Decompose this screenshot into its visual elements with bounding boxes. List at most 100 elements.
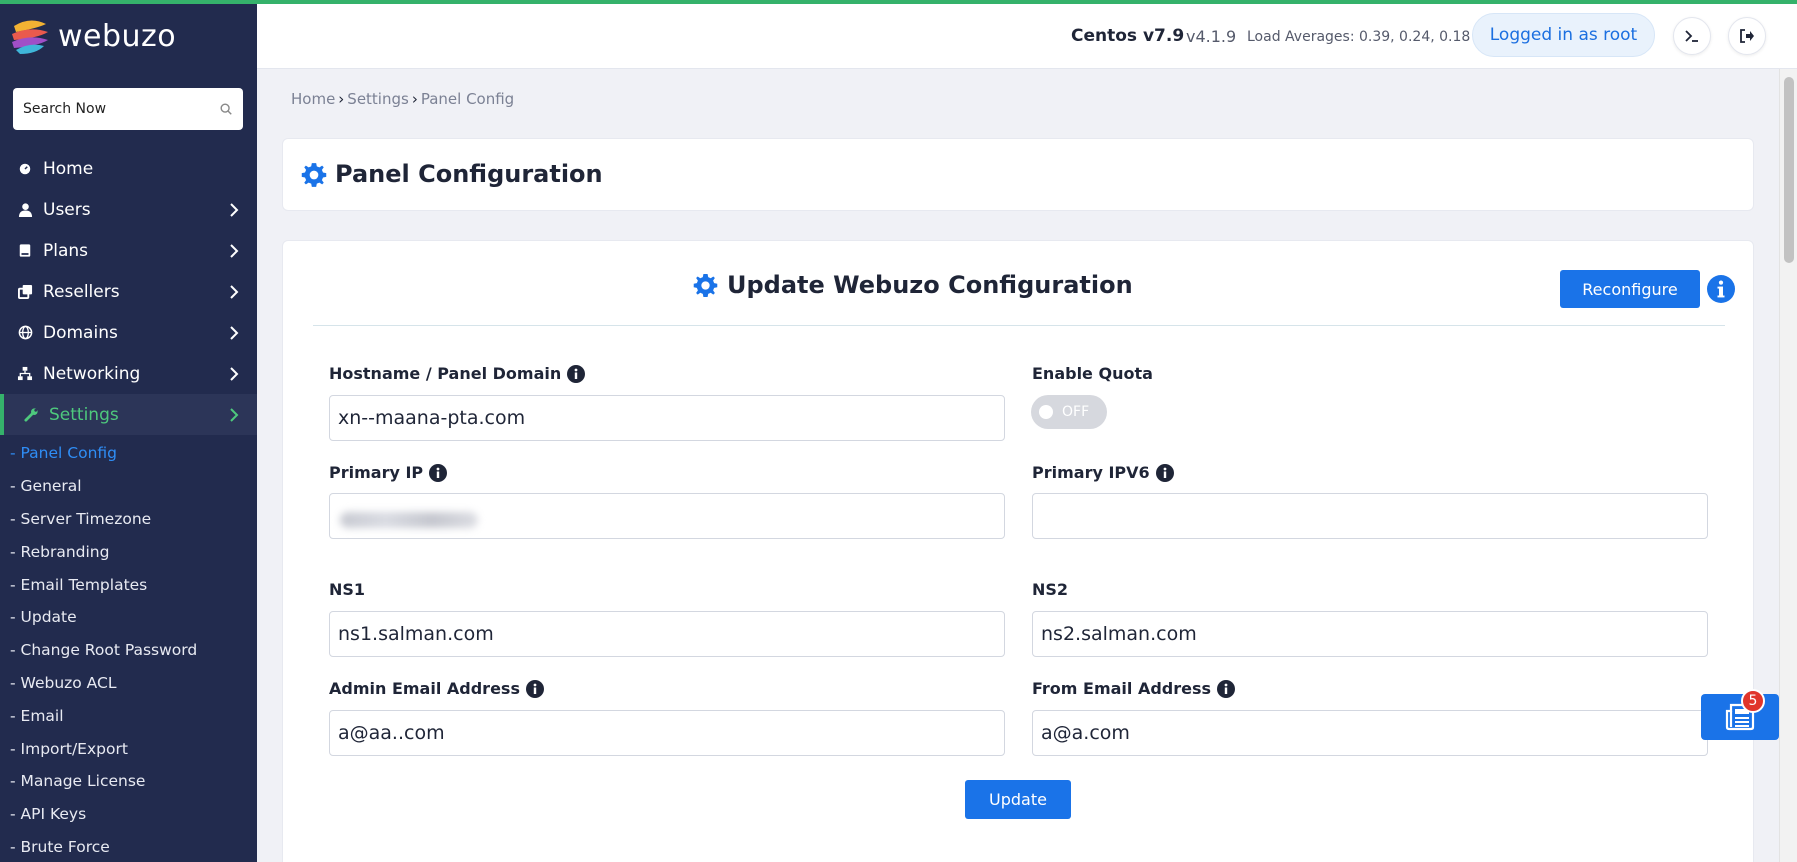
sidebar-item-home[interactable]: Home (0, 148, 257, 189)
submenu-panel-config[interactable]: - Panel Config (0, 437, 257, 470)
submenu-import-export[interactable]: - Import/Export (0, 732, 257, 765)
submenu-general[interactable]: - General (0, 470, 257, 503)
settings-submenu: - Panel Config - General - Server Timezo… (0, 435, 257, 862)
logout-button[interactable] (1728, 17, 1766, 55)
webuzo-version: v4.1.9 (1186, 27, 1237, 46)
terminal-icon (1685, 30, 1698, 42)
ns1-input[interactable] (329, 611, 1005, 657)
sidebar-item-networking[interactable]: Networking (0, 353, 257, 394)
page-scrollbar[interactable] (1779, 69, 1797, 862)
submenu-email[interactable]: - Email (0, 699, 257, 732)
sidebar-item-settings[interactable]: Settings (0, 394, 257, 435)
sidebar: webuzo Home Users Plans (0, 0, 257, 862)
sidebar-item-label: Networking (43, 363, 141, 384)
breadcrumb-separator: › (411, 90, 418, 108)
logged-in-user-button[interactable]: Logged in as root (1472, 13, 1655, 57)
admin-email-input[interactable] (329, 710, 1005, 756)
gear-icon (693, 274, 718, 297)
breadcrumb-current: Panel Config (420, 90, 515, 108)
sidebar-item-resellers[interactable]: Resellers (0, 271, 257, 312)
webuzo-logo-icon (12, 20, 48, 54)
chevron-right-icon (230, 326, 239, 340)
submenu-api-keys[interactable]: - API Keys (0, 798, 257, 831)
from-email-input[interactable] (1032, 710, 1708, 756)
logout-icon (1740, 29, 1754, 43)
breadcrumb-separator: › (338, 90, 345, 108)
submenu-rebranding[interactable]: - Rebranding (0, 535, 257, 568)
globe-icon (17, 325, 33, 341)
sidebar-search (13, 88, 243, 130)
hostname-input[interactable] (329, 395, 1005, 441)
enable-quota-toggle[interactable]: OFF (1031, 395, 1107, 429)
submenu-webuzo-acl[interactable]: - Webuzo ACL (0, 667, 257, 700)
scrollbar-thumb[interactable] (1784, 77, 1794, 263)
book-icon (17, 243, 33, 259)
primary-ip-label-text: Primary IP (329, 463, 424, 482)
sidebar-item-label: Users (43, 199, 91, 220)
breadcrumb-settings[interactable]: Settings (347, 90, 409, 108)
search-input[interactable] (23, 101, 219, 117)
redacted-ip-value (340, 512, 478, 528)
sidebar-item-label: Resellers (43, 281, 120, 302)
info-icon[interactable] (525, 679, 544, 698)
sidebar-item-label: Settings (49, 404, 119, 425)
breadcrumb-home[interactable]: Home (291, 90, 335, 108)
reconfigure-button[interactable]: Reconfigure (1560, 270, 1700, 308)
page-title-card: Panel Configuration (282, 138, 1754, 211)
ns2-label: NS2 (1032, 580, 1069, 599)
chevron-right-icon (230, 408, 239, 422)
page-title: Panel Configuration (335, 160, 603, 188)
breadcrumb: Home › Settings › Panel Config (291, 90, 514, 108)
info-icon[interactable] (429, 463, 448, 482)
dashboard-icon (17, 161, 33, 177)
primary-ipv6-label: Primary IPV6 (1032, 463, 1174, 482)
update-button[interactable]: Update (965, 780, 1071, 819)
primary-ipv6-label-text: Primary IPV6 (1032, 463, 1150, 482)
sidebar-item-plans[interactable]: Plans (0, 230, 257, 271)
info-icon[interactable] (567, 364, 586, 383)
network-icon (17, 366, 33, 382)
load-averages: Load Averages: 0.39, 0.24, 0.18 (1247, 29, 1471, 45)
submenu-server-timezone[interactable]: - Server Timezone (0, 503, 257, 536)
terminal-button[interactable] (1673, 17, 1711, 55)
sidebar-item-users[interactable]: Users (0, 189, 257, 230)
chevron-right-icon (230, 367, 239, 381)
toggle-knob (1039, 405, 1053, 419)
submenu-brute-force[interactable]: - Brute Force (0, 831, 257, 862)
submenu-update[interactable]: - Update (0, 601, 257, 634)
form-header: Update Webuzo Configuration Reconfigure (313, 241, 1735, 326)
wrench-icon (23, 407, 39, 423)
from-email-label-text: From Email Address (1032, 679, 1212, 698)
form-title: Update Webuzo Configuration (727, 271, 1133, 299)
info-icon[interactable] (1217, 679, 1236, 698)
info-icon[interactable] (1155, 463, 1174, 482)
submenu-manage-license[interactable]: - Manage License (0, 765, 257, 798)
submenu-email-templates[interactable]: - Email Templates (0, 568, 257, 601)
hostname-label: Hostname / Panel Domain (329, 364, 586, 383)
user-icon (17, 202, 33, 218)
top-accent-line (0, 0, 1797, 4)
chevron-right-icon (230, 244, 239, 258)
from-email-label: From Email Address (1032, 679, 1236, 698)
primary-ip-label: Primary IP (329, 463, 448, 482)
toggle-state: OFF (1062, 404, 1090, 420)
hostname-label-text: Hostname / Panel Domain (329, 364, 562, 383)
chevron-right-icon (230, 285, 239, 299)
admin-email-label-text: Admin Email Address (329, 679, 520, 698)
sidebar-item-label: Plans (43, 240, 89, 261)
submenu-change-root-password[interactable]: - Change Root Password (0, 634, 257, 667)
ns1-label: NS1 (329, 580, 366, 599)
ns2-input[interactable] (1032, 611, 1708, 657)
sidebar-item-domains[interactable]: Domains (0, 312, 257, 353)
brand-name: webuzo (58, 18, 177, 54)
brand-logo[interactable]: webuzo (8, 14, 176, 58)
copy-icon (17, 284, 33, 300)
primary-ipv6-input[interactable] (1032, 493, 1708, 539)
sidebar-item-label: Home (43, 158, 94, 179)
os-version: Centos v7.9 (1071, 26, 1185, 46)
info-icon[interactable] (1707, 275, 1735, 303)
news-button[interactable] (1701, 694, 1779, 740)
top-header: Centos v7.9 v4.1.9 Load Averages: 0.39, … (257, 4, 1797, 69)
enable-quota-label: Enable Quota (1032, 364, 1153, 383)
search-icon[interactable] (219, 102, 233, 116)
